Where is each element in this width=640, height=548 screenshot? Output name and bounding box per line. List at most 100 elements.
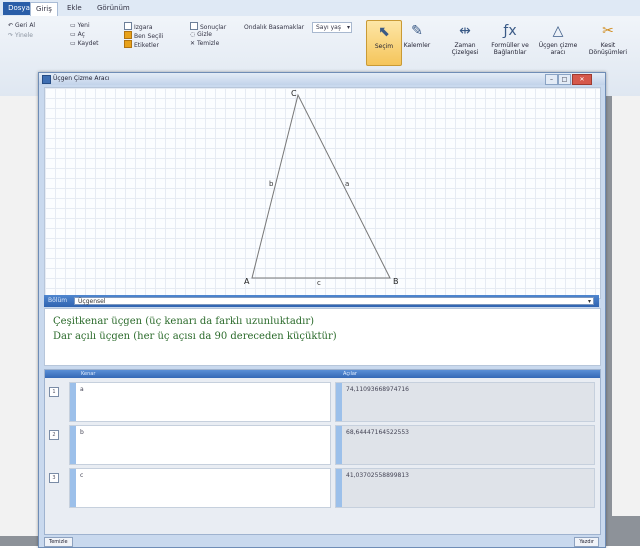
row-checkbox[interactable]: 1: [49, 387, 59, 397]
document-margin-right: [612, 96, 640, 516]
vertex-label-a: A: [244, 277, 250, 286]
row-marker: [70, 383, 76, 421]
column-header-side: Kenar: [81, 371, 96, 377]
vertex-label-b: B: [393, 277, 399, 286]
shape-icon: ✂: [602, 23, 614, 39]
check-labels[interactable]: Etiketler: [124, 40, 159, 49]
side-cell[interactable]: b: [69, 425, 331, 465]
category-dropdown[interactable]: Üçgensel ▾: [74, 297, 594, 305]
angle-value: 41,03702558899813: [346, 472, 409, 479]
triangle-drawing: C A B b a c: [244, 89, 399, 287]
check-selected[interactable]: Ben Seçili: [124, 31, 163, 40]
selected-label: Ben Seçili: [134, 33, 164, 40]
triangle-tool-label: Üçgen çizme aracı: [538, 42, 578, 56]
hide-label: Gizle: [197, 31, 212, 38]
timeline-button[interactable]: ⇹ Zaman Çizelgesi: [446, 20, 484, 64]
selected-checkbox[interactable]: [124, 31, 132, 39]
triangle-icon: △: [552, 23, 564, 39]
transform-label: Kesit Dönüşümleri: [588, 42, 628, 56]
dialog-title: Üçgen Çizme Aracı: [53, 75, 110, 82]
description-line-1: Çeşitkenar üçgen (üç kenarı da farklı uz…: [53, 316, 315, 327]
close-button[interactable]: ✕: [572, 74, 592, 85]
column-header-angle: Açılar: [343, 371, 357, 377]
side-label-a: a: [345, 180, 349, 188]
side-label-c: c: [317, 279, 321, 287]
vertex-label-c: C: [291, 89, 297, 98]
angle-value: 68,64447164522553: [346, 429, 409, 436]
pencil-tool-label: Kalemler: [403, 42, 431, 49]
app-icon: [42, 75, 51, 84]
new-label: Yeni: [77, 22, 90, 29]
dialog-title-bar[interactable]: Üçgen Çizme Aracı – □ ✕: [39, 73, 605, 85]
decimals-value: Sayı yaş: [316, 24, 341, 31]
redo-label: Yinele: [14, 32, 33, 39]
document-margin-left: [0, 96, 38, 536]
ruler-icon: ⇹: [459, 23, 471, 39]
save-label: Kaydet: [77, 40, 99, 47]
redo-button[interactable]: ↷ Yinele: [8, 32, 33, 39]
category-value: Üçgensel: [78, 298, 106, 305]
table-header: Kenar Açılar: [45, 370, 600, 378]
formula-icon: ƒx: [503, 23, 517, 39]
check-results[interactable]: Sonuçlar: [190, 22, 226, 31]
grid-label: Izgara: [134, 24, 153, 31]
decimals-dropdown[interactable]: Sayı yaş ▾: [312, 22, 352, 33]
category-label: Bölüm: [48, 297, 68, 304]
side-label-b: b: [269, 180, 274, 188]
clear-button[interactable]: ✕ Temizle: [190, 40, 219, 47]
formulas-button[interactable]: ƒx Formüller ve Bağlantılar: [490, 20, 530, 64]
save-button[interactable]: ▭ Kaydet: [70, 40, 99, 47]
drawing-canvas[interactable]: C A B b a c: [44, 87, 601, 299]
timeline-label: Zaman Çizelgesi: [451, 42, 479, 56]
dialog-footer: Temizle Yazdır: [44, 537, 599, 547]
triangle-tool-dialog: Üçgen Çizme Aracı – □ ✕ C A B b a c Bölü…: [38, 72, 606, 548]
undo-label: Geri Al: [14, 22, 36, 29]
labels-label: Etiketler: [134, 42, 159, 49]
check-grid[interactable]: Izgara: [124, 22, 153, 31]
row-marker: [336, 426, 342, 464]
angle-cell: 74,11093668974716: [335, 382, 595, 422]
side-cell[interactable]: a: [69, 382, 331, 422]
tab-view[interactable]: Görünüm: [92, 2, 135, 15]
chevron-down-icon: ▾: [346, 24, 350, 31]
angle-cell: 68,64447164522553: [335, 425, 595, 465]
select-tool-button[interactable]: ⬉ Seçim: [366, 20, 402, 66]
row-marker: [336, 383, 342, 421]
open-label: Aç: [77, 31, 85, 38]
results-checkbox[interactable]: [190, 22, 198, 30]
new-button[interactable]: ▭ Yeni: [70, 22, 90, 29]
minimize-button[interactable]: –: [545, 74, 558, 85]
angle-value: 74,11093668974716: [346, 386, 409, 393]
tab-home[interactable]: Giriş: [30, 2, 58, 16]
pencil-tool-button[interactable]: ✎ Kalemler: [400, 20, 434, 64]
transform-button[interactable]: ✂ Kesit Dönüşümleri: [586, 20, 630, 64]
triangle-description: Çeşitkenar üçgen (üç kenarı da farklı uz…: [44, 308, 601, 366]
description-line-2: Dar açılı üçgen (her üç açısı da 90 dere…: [53, 331, 337, 342]
row-checkbox[interactable]: 3: [49, 473, 59, 483]
chevron-down-icon: ▾: [587, 298, 591, 305]
ribbon-tab-bar: Dosya Giriş Ekle Görünüm: [0, 0, 640, 16]
angle-cell: 41,03702558899813: [335, 468, 595, 508]
row-marker: [70, 426, 76, 464]
row-checkbox[interactable]: 2: [49, 430, 59, 440]
clear-label: Temizle: [196, 40, 220, 47]
side-value: c: [80, 472, 84, 479]
measurements-table: Kenar Açılar 1 a 74,11093668974716 2 b 6…: [44, 369, 601, 535]
formulas-label: Formüller ve Bağlantılar: [491, 42, 529, 56]
open-button[interactable]: ▭ Aç: [70, 31, 85, 38]
tab-insert[interactable]: Ekle: [62, 2, 87, 15]
undo-button[interactable]: ↶ Geri Al: [8, 22, 35, 29]
side-value: b: [80, 429, 84, 436]
maximize-button[interactable]: □: [558, 74, 571, 85]
side-cell[interactable]: c: [69, 468, 331, 508]
decimals-label: Ondalık Basamaklar: [244, 24, 305, 31]
results-label: Sonuçlar: [200, 24, 227, 31]
grid-checkbox[interactable]: [124, 22, 132, 30]
labels-checkbox[interactable]: [124, 40, 132, 48]
row-marker: [70, 469, 76, 507]
triangle-tool-button[interactable]: △ Üçgen çizme aracı: [538, 20, 578, 64]
hide-button[interactable]: ◌ Gizle: [190, 31, 212, 38]
category-bar: Bölüm Üçgensel ▾: [44, 295, 599, 307]
select-tool-label: Seçim: [374, 43, 394, 50]
row-marker: [336, 469, 342, 507]
